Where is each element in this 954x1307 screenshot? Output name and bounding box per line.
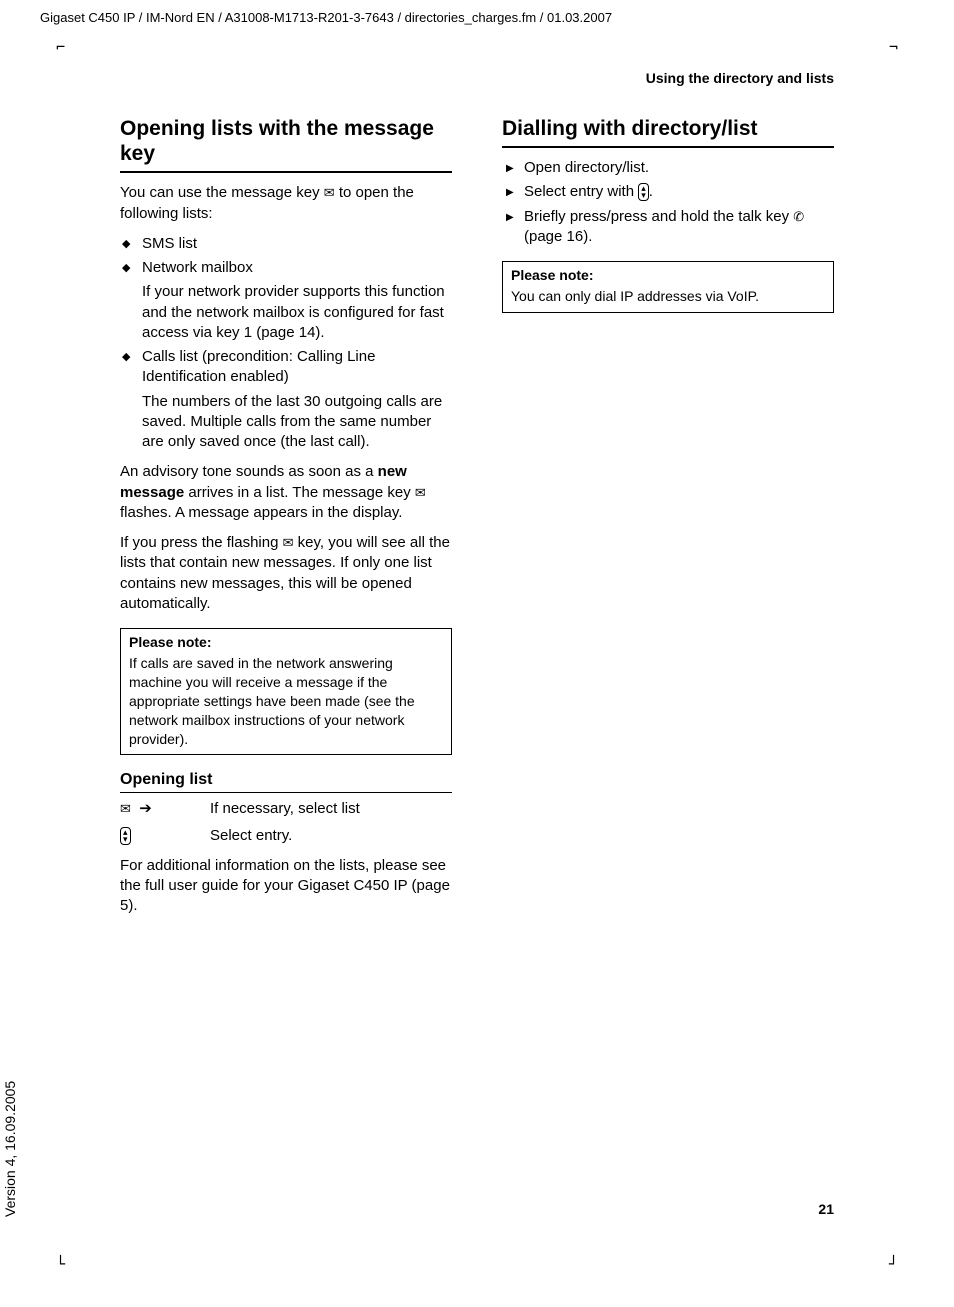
- bullet-list: SMS list Network mailbox If your network…: [120, 234, 452, 453]
- text: Select entry with: [524, 183, 638, 200]
- nav-updown-icon: ▴▾: [638, 183, 649, 201]
- note-box: Please note: You can only dial IP addres…: [502, 261, 834, 313]
- page-number: 21: [818, 1201, 834, 1217]
- envelope-icon: [283, 534, 294, 551]
- step-text: If necessary, select list: [210, 799, 360, 819]
- step-row: ▴▾ Select entry.: [120, 826, 452, 846]
- paragraph: If you press the flashing key, you will …: [120, 533, 452, 614]
- note-title: Please note:: [511, 266, 825, 285]
- arrow-list: Open directory/list. Select entry with ▴…: [502, 158, 834, 247]
- note-body: You can only dial IP addresses via VoIP.: [511, 287, 825, 306]
- note-title: Please note:: [129, 633, 443, 652]
- note-box: Please note: If calls are saved in the n…: [120, 628, 452, 755]
- sub-text: The numbers of the last 30 outgoing call…: [142, 392, 452, 453]
- content-columns: Opening lists with the message key You c…: [0, 91, 954, 927]
- paragraph: For additional information on the lists,…: [120, 856, 452, 917]
- step-icons: ➔: [120, 799, 210, 819]
- envelope-icon: [120, 800, 131, 817]
- heading-opening-list: Opening list: [120, 771, 452, 793]
- crop-mark-tr: ¬: [889, 38, 898, 56]
- intro-paragraph: You can use the message key to open the …: [120, 183, 452, 224]
- doc-header: Gigaset C450 IP / IM-Nord EN / A31008-M1…: [0, 0, 954, 30]
- text: .: [649, 183, 653, 200]
- nav-updown-icon: ▴▾: [120, 827, 131, 845]
- crop-mark-bl: └: [56, 1255, 65, 1273]
- text: If you press the flashing: [120, 534, 283, 551]
- envelope-icon: [324, 184, 335, 201]
- step-row: ➔ If necessary, select list: [120, 799, 452, 819]
- talk-key-icon: [793, 208, 804, 225]
- envelope-icon: [415, 484, 426, 501]
- text: Calls list (precondition: Calling Line I…: [142, 348, 375, 385]
- running-header: Using the directory and lists: [0, 30, 954, 91]
- version-sidebar: Version 4, 16.09.2005: [2, 1081, 18, 1217]
- paragraph: An advisory tone sounds as soon as a new…: [120, 462, 452, 523]
- text: You can use the message key: [120, 184, 324, 201]
- list-item: SMS list: [120, 234, 452, 254]
- crop-mark-br: ┘: [889, 1255, 898, 1273]
- text: flashes. A message appears in the displa…: [120, 504, 402, 521]
- text: arrives in a list. The message key: [184, 484, 415, 501]
- text: An advisory tone sounds as soon as a: [120, 463, 378, 480]
- heading-dialling: Dialling with directory/list: [502, 116, 834, 148]
- list-item: Open directory/list.: [502, 158, 834, 178]
- list-item: Network mailbox If your network provider…: [120, 258, 452, 343]
- sub-text: If your network provider supports this f…: [142, 282, 452, 343]
- list-item: Select entry with ▴▾.: [502, 182, 834, 202]
- list-item: Briefly press/press and hold the talk ke…: [502, 207, 834, 248]
- note-body: If calls are saved in the network answer…: [129, 654, 443, 748]
- text: Network mailbox: [142, 259, 253, 276]
- heading-opening-lists: Opening lists with the message key: [120, 116, 452, 173]
- step-text: Select entry.: [210, 826, 292, 846]
- left-column: Opening lists with the message key You c…: [120, 116, 452, 927]
- text: (page 16).: [524, 228, 592, 245]
- crop-mark-tl: ⌐: [56, 38, 65, 56]
- text: Briefly press/press and hold the talk ke…: [524, 208, 793, 225]
- list-item: Calls list (precondition: Calling Line I…: [120, 347, 452, 452]
- step-icons: ▴▾: [120, 826, 210, 846]
- right-column: Dialling with directory/list Open direct…: [502, 116, 834, 927]
